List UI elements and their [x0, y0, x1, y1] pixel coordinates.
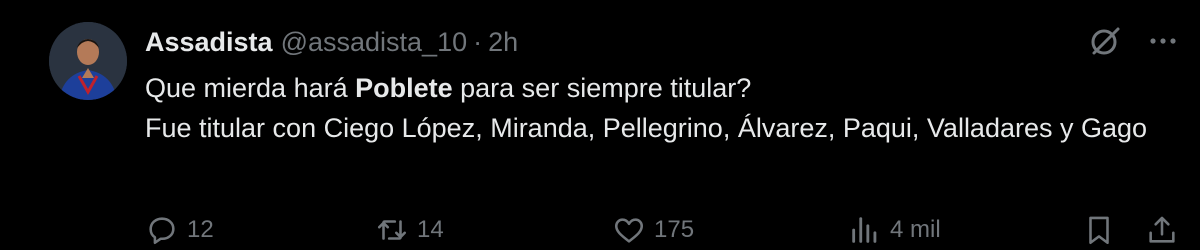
reply-icon [149, 217, 175, 245]
share-icon [1149, 216, 1175, 243]
views-count: 4 mil [890, 216, 941, 243]
avatar-image [49, 22, 127, 100]
tweet-actions: 12 14 175 4 mil [145, 210, 1185, 250]
grok-icon[interactable] [1088, 24, 1122, 58]
separator-dot: · [473, 26, 483, 57]
tweet-text-line-2: Fue titular con Ciego López, Miranda, Pe… [145, 113, 1148, 143]
avatar[interactable] [49, 22, 127, 100]
tweet-text: Que mierda hará Poblete para ser siempre… [145, 68, 1175, 148]
author-name[interactable]: Assadista [145, 27, 273, 58]
views-button[interactable]: 4 mil [848, 210, 941, 250]
tweet-text-part: para ser siempre titular? [452, 73, 752, 103]
more-icon[interactable] [1146, 24, 1180, 58]
repost-button[interactable]: 14 [375, 210, 444, 250]
like-count: 175 [654, 216, 695, 243]
tweet-top-actions [1088, 24, 1180, 58]
share-button[interactable] [1145, 210, 1179, 250]
tweet-header: Assadista @assadista_10 · 2h [145, 24, 518, 60]
reply-button[interactable]: 12 [145, 210, 214, 250]
repost-icon [377, 220, 407, 240]
tweet-time[interactable]: 2h [488, 27, 518, 58]
author-handle[interactable]: @assadista_10 [281, 27, 468, 58]
reply-count: 12 [187, 216, 214, 243]
tweet: Assadista @assadista_10 · 2h Que mierda … [0, 0, 1200, 250]
tweet-text-bold: Poblete [355, 73, 453, 103]
tweet-text-part: Que mierda hará [145, 73, 356, 103]
like-button[interactable]: 175 [612, 210, 694, 250]
views-icon [852, 217, 877, 243]
repost-count: 14 [417, 216, 444, 243]
like-icon [614, 218, 644, 243]
bookmark-icon [1089, 216, 1109, 245]
bookmark-button[interactable] [1082, 210, 1116, 250]
tweet-text-line-1: Que mierda hará Poblete para ser siempre… [145, 68, 1175, 108]
